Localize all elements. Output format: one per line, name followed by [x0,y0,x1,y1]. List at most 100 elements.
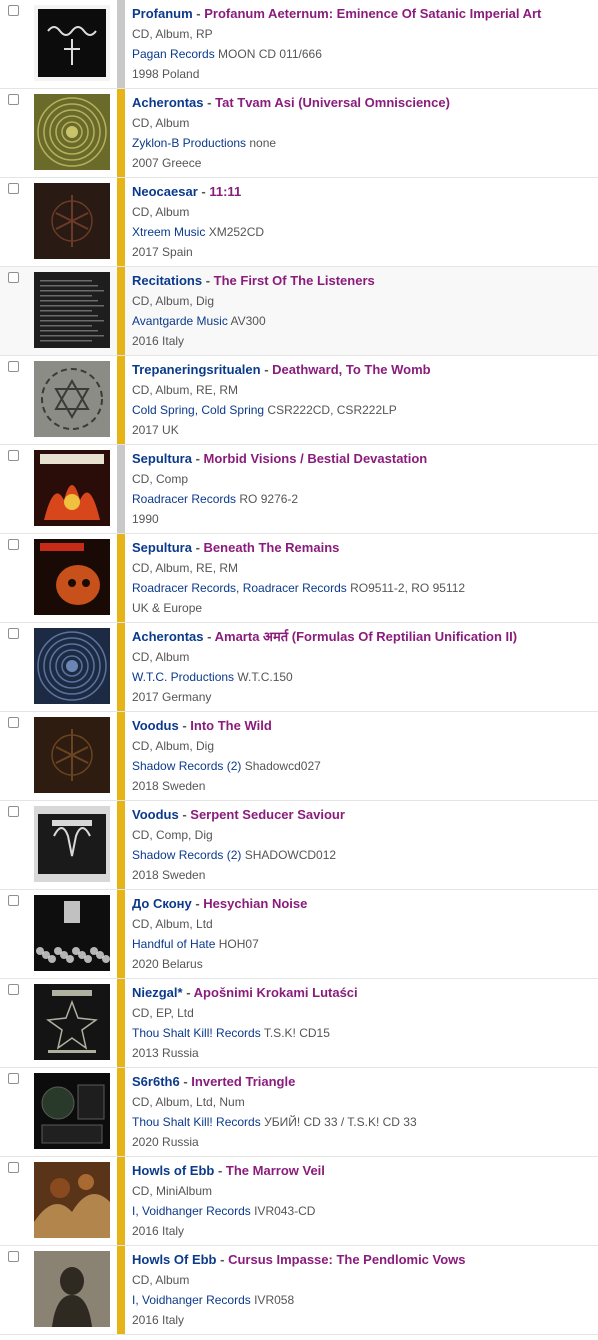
title-link[interactable]: Profanum Aeternum: Eminence Of Satanic I… [204,6,541,21]
title-link[interactable]: Deathward, To The Womb [272,362,430,377]
cover-thumbnail[interactable] [34,1251,110,1327]
title-line: До Скону - Hesychian Noise [132,894,594,914]
select-checkbox[interactable] [8,1073,19,1084]
artist-link[interactable]: Voodus [132,807,179,822]
record-label-link[interactable]: Zyklon-B Productions [132,136,246,150]
record-label-link[interactable]: Roadracer Records [132,492,236,506]
title-link[interactable]: The Marrow Veil [226,1163,325,1178]
cover-thumbnail[interactable] [34,1162,110,1238]
select-checkbox[interactable] [8,806,19,817]
artist-link[interactable]: Neocaesar [132,184,198,199]
cover-thumbnail[interactable] [34,717,110,793]
cover-thumbnail[interactable] [34,895,110,971]
title-link[interactable]: Cursus Impasse: The Pendlomic Vows [228,1252,465,1267]
label-line: Thou Shalt Kill! Records УБИЙ! CD 33 / T… [132,1112,594,1132]
cover-thumbnail[interactable] [34,628,110,704]
format-text: CD, Album [132,116,190,130]
artist-link[interactable]: Acherontas [132,629,204,644]
cover-thumbnail[interactable] [34,183,110,259]
title-link[interactable]: Tat Tvam Asi (Universal Omniscience) [215,95,450,110]
label-separator: , [236,581,243,595]
title-link[interactable]: Beneath The Remains [204,540,340,555]
artist-link[interactable]: Trepaneringsritualen [132,362,261,377]
catalog-number: RO9511-2, RO 95112 [346,581,466,595]
select-checkbox[interactable] [8,5,19,16]
record-label-link[interactable]: Handful of Hate [132,937,215,951]
cover-thumbnail[interactable] [34,5,110,81]
format-text: CD, Album, Dig [132,294,215,308]
separator: - [205,273,214,288]
separator: - [207,629,215,644]
record-label-link[interactable]: Roadracer Records [132,581,236,595]
record-label-link[interactable]: Cold Spring [201,403,264,417]
title-line: Sepultura - Beneath The Remains [132,538,594,558]
select-checkbox[interactable] [8,183,19,194]
record-label-link[interactable]: Voidhanger Records [142,1204,251,1218]
record-label-link[interactable]: Thou Shalt Kill! Records [132,1026,261,1040]
record-label-link[interactable]: Voidhanger Records [142,1293,251,1307]
format-text: CD, Album, Ltd [132,917,213,931]
label-line: Shadow Records (2) SHADOWCD012 [132,845,594,865]
cover-thumbnail[interactable] [34,539,110,615]
artist-link[interactable]: Howls of Ebb [132,1163,214,1178]
select-checkbox[interactable] [8,272,19,283]
title-line: Profanum - Profanum Aeternum: Eminence O… [132,4,594,24]
cover-thumbnail[interactable] [34,94,110,170]
catalog-number: HOH07 [215,937,259,951]
title-link[interactable]: Serpent Seducer Saviour [190,807,345,822]
artist-link[interactable]: S6r6th6 [132,1074,180,1089]
select-checkbox[interactable] [8,94,19,105]
select-checkbox[interactable] [8,984,19,995]
select-checkbox[interactable] [8,895,19,906]
list-item: Sepultura - Beneath The Remains CD, Albu… [0,534,598,623]
select-checkbox[interactable] [8,539,19,550]
artist-link[interactable]: Voodus [132,718,179,733]
record-label-link[interactable]: Roadracer Records [243,581,347,595]
title-link[interactable]: Morbid Visions / Bestial Devastation [204,451,428,466]
title-link[interactable]: Apošnimi Krokami Lutaści [194,985,358,1000]
label-line: Cold Spring, Cold Spring CSR222CD, CSR22… [132,400,594,420]
record-label-link[interactable]: Thou Shalt Kill! Records [132,1115,261,1129]
release-info: Trepaneringsritualen - Deathward, To The… [132,360,594,440]
cover-thumbnail[interactable] [34,272,110,348]
record-label-link[interactable]: W.T.C. Productions [132,670,234,684]
artist-link[interactable]: Acherontas [132,95,204,110]
cover-thumbnail[interactable] [34,806,110,882]
artist-link[interactable]: Sepultura [132,451,192,466]
record-label-link[interactable]: Cold Spring [132,403,195,417]
artist-link[interactable]: Recitations [132,273,202,288]
record-label-link[interactable]: Pagan Records [132,47,215,61]
status-bar [117,801,125,889]
separator: - [220,1252,229,1267]
record-label-link[interactable]: Shadow Records (2) [132,759,241,773]
title-link[interactable]: Into The Wild [190,718,271,733]
select-checkbox[interactable] [8,628,19,639]
select-checkbox[interactable] [8,1251,19,1262]
artist-link[interactable]: Niezgal* [132,985,183,1000]
cover-thumbnail[interactable] [34,1073,110,1149]
cover-thumbnail[interactable] [34,984,110,1060]
record-label-link[interactable]: Xtreem Music [132,225,205,239]
year-country: 2018 Sweden [132,868,206,882]
record-label-link[interactable]: Shadow Records (2) [132,848,241,862]
status-bar [117,979,125,1067]
select-checkbox[interactable] [8,450,19,461]
artist-link[interactable]: До Скону [132,896,192,911]
artist-link[interactable]: Profanum [132,6,193,21]
artist-link[interactable]: Sepultura [132,540,192,555]
artist-link[interactable]: Howls Of Ebb [132,1252,217,1267]
catalog-number: AV300 [227,314,266,328]
title-link[interactable]: Hesychian Noise [203,896,307,911]
title-link[interactable]: 11:11 [209,184,241,199]
title-link[interactable]: Inverted Triangle [191,1074,295,1089]
select-checkbox[interactable] [8,1162,19,1173]
record-label-link[interactable]: Avantgarde Music [132,314,228,328]
cover-thumbnail[interactable] [34,450,110,526]
select-checkbox[interactable] [8,361,19,372]
select-checkbox[interactable] [8,717,19,728]
format-text: CD, Album, RE, RM [132,383,239,397]
title-link[interactable]: Amarta अमर्त (Formulas Of Reptilian Unif… [215,629,517,644]
catalog-number: MOON CD 011/666 [214,47,322,61]
cover-thumbnail[interactable] [34,361,110,437]
title-link[interactable]: The First Of The Listeners [214,273,375,288]
